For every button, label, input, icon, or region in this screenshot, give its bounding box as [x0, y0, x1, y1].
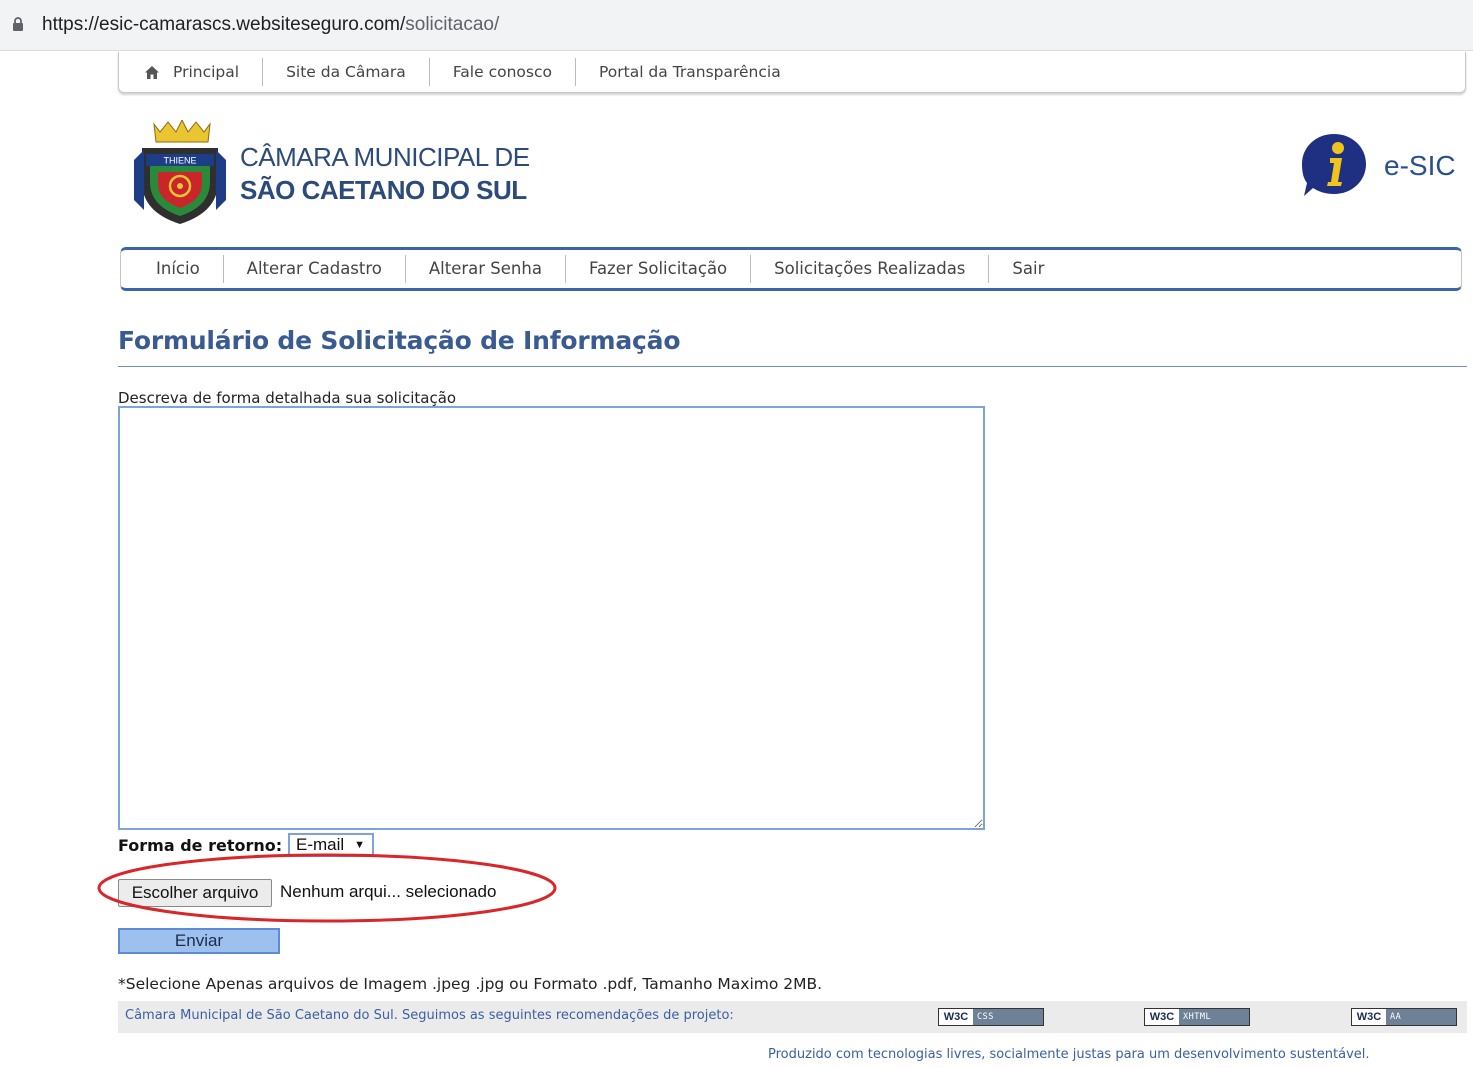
footer-bar: Câmara Municipal de São Caetano do Sul. … [118, 1001, 1467, 1033]
topnav-item-portal-transparencia[interactable]: Portal da Transparência [576, 58, 804, 86]
w3c-aa-badge[interactable]: W3C AA [1351, 1008, 1457, 1026]
badge-label: AA [1390, 1012, 1402, 1022]
footer-text: Câmara Municipal de São Caetano do Sul. … [125, 1008, 734, 1023]
badge-label: CSS [977, 1012, 994, 1022]
org-name-line2: SÃO CAETANO DO SUL [240, 175, 527, 205]
org-name-line1: CÂMARA MUNICIPAL DE [240, 142, 530, 172]
lock-icon [13, 17, 23, 31]
description-label: Descreva de forma detalhada sua solicita… [118, 389, 457, 407]
nav-item-fazer-solicitacao[interactable]: Fazer Solicitação [566, 255, 752, 283]
submit-button[interactable]: Enviar [118, 928, 280, 954]
w3c-xhtml-badge[interactable]: W3C XHTML [1144, 1008, 1250, 1026]
browser-url-bar[interactable]: https://esic-camarascs.websiteseguro.com… [0, 0, 1473, 51]
page-title: Formulário de Solicitação de Informação [118, 326, 681, 355]
highlight-ellipse [97, 853, 557, 923]
topnav-item-fale-conosco[interactable]: Fale conosco [430, 58, 576, 86]
top-navigation: Principal Site da Câmara Fale conosco Po… [118, 52, 1466, 93]
title-divider [118, 366, 1467, 367]
crest-text: THIENE [163, 156, 196, 166]
produced-with-text: Produzido com tecnologias livres, social… [768, 1047, 1370, 1062]
badge-w3c-label: W3C [1352, 1009, 1386, 1025]
nav-item-alterar-cadastro[interactable]: Alterar Cadastro [224, 255, 406, 283]
topnav-item-principal[interactable]: Principal [119, 58, 264, 86]
topnav-label: Principal [173, 63, 240, 81]
badge-w3c-label: W3C [1145, 1009, 1179, 1025]
home-icon [145, 65, 159, 79]
badge-w3c-label: W3C [939, 1009, 973, 1025]
description-textarea[interactable] [118, 406, 985, 830]
esic-brand: e-SIC [1384, 150, 1456, 181]
badge-label: XHTML [1183, 1012, 1212, 1022]
w3c-css-badge[interactable]: W3C CSS [938, 1008, 1044, 1026]
chevron-down-icon: ▼ [354, 839, 365, 851]
crest-logo: THIENE [134, 120, 226, 224]
url-host: https://esic-camarascs.websiteseguro.com… [42, 14, 406, 35]
topnav-item-site-camara[interactable]: Site da Câmara [263, 58, 430, 86]
main-navigation: Início Alterar Cadastro Alterar Senha Fa… [120, 247, 1462, 291]
url-path: solicitacao/ [405, 14, 500, 35]
nav-item-inicio[interactable]: Início [121, 255, 224, 283]
url-text[interactable]: https://esic-camarascs.websiteseguro.com… [42, 14, 499, 36]
nav-item-alterar-senha[interactable]: Alterar Senha [406, 255, 566, 283]
nav-item-sair[interactable]: Sair [989, 255, 1067, 283]
nav-item-solicitacoes-realizadas[interactable]: Solicitações Realizadas [751, 255, 990, 283]
info-icon [1302, 134, 1366, 196]
upload-note: *Selecione Apenas arquivos de Imagem .jp… [118, 975, 823, 993]
